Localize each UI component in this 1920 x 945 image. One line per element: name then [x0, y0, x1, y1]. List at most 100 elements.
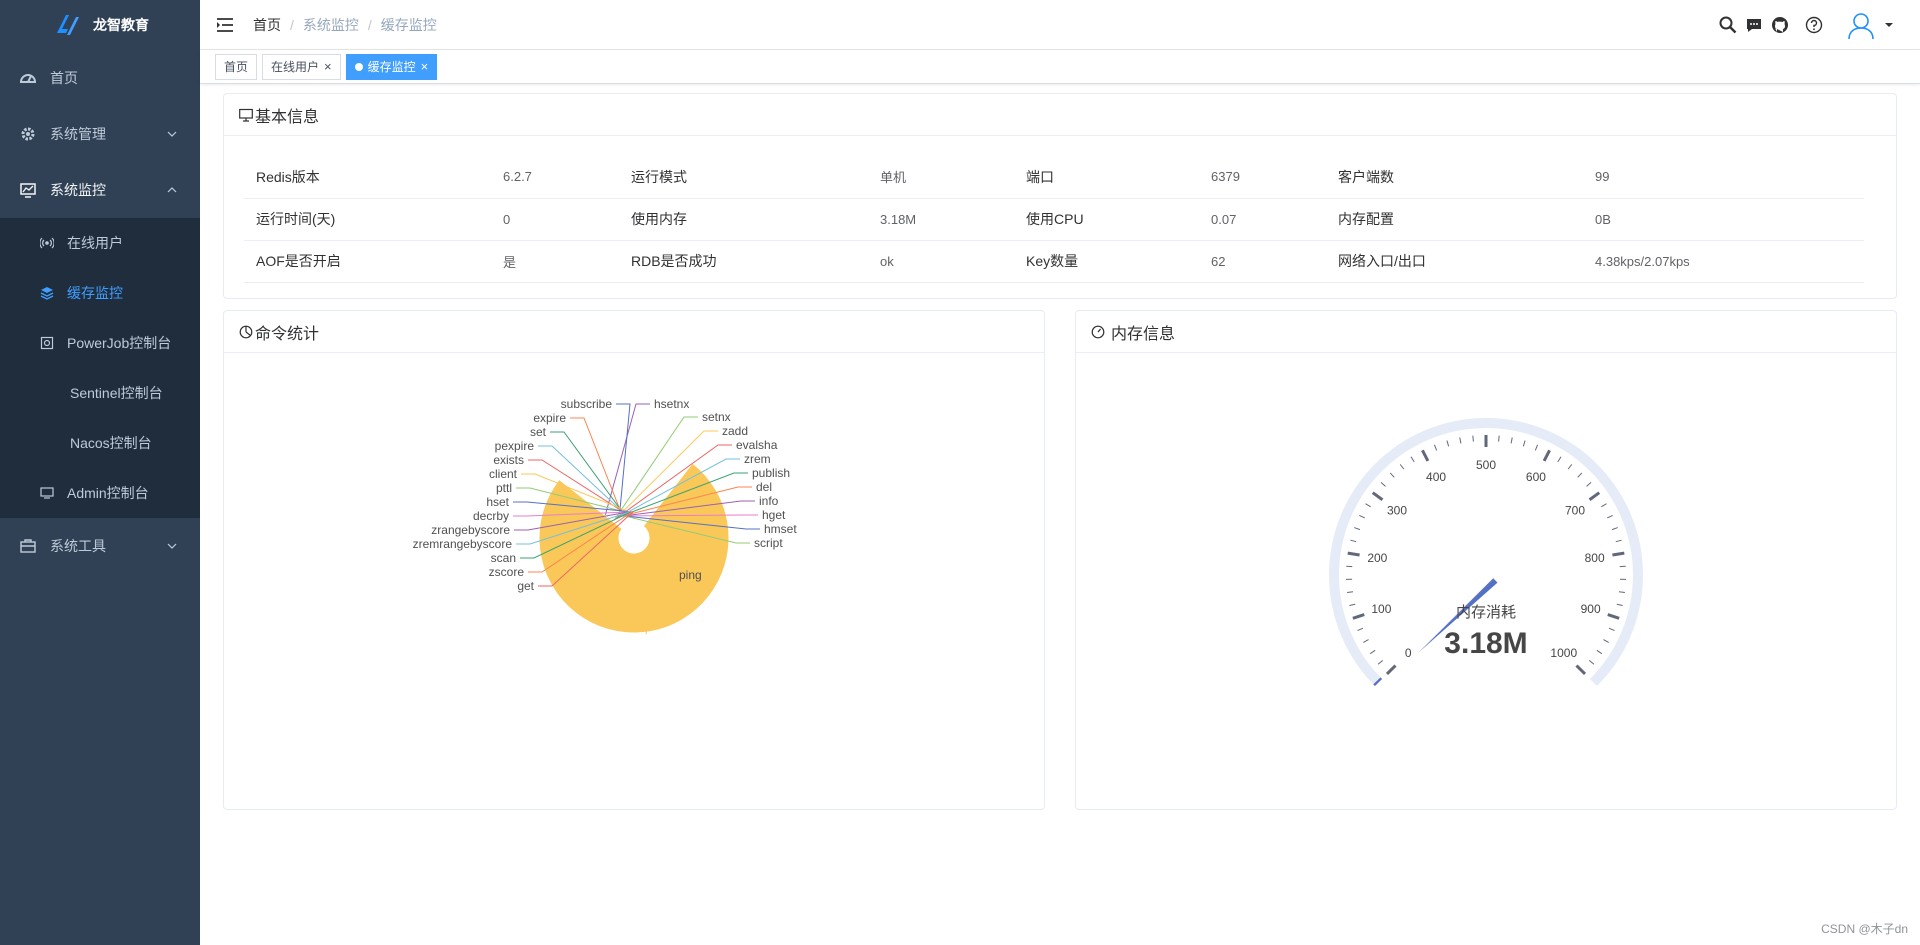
sidebar: 龙智教育 首页 系统管理 系统监控 在线用户 缓存监控 PowerJob控制台 …: [0, 0, 200, 945]
sidebar-item-system-monitor[interactable]: 系统监控: [0, 162, 200, 218]
cell-label: Redis版本: [244, 156, 491, 199]
navbar-actions: [1718, 0, 1920, 50]
pie-label-line: [616, 403, 631, 512]
sidebar-item-home[interactable]: 首页: [0, 50, 200, 106]
job-icon: [40, 336, 54, 350]
pie-label-pexpire: pexpire: [495, 439, 535, 453]
chevron-down-icon: [167, 543, 177, 549]
cell-label: 运行时间(天): [244, 198, 491, 241]
pie-label-zrem: zrem: [744, 452, 771, 466]
sidebar-item-powerjob[interactable]: PowerJob控制台: [0, 318, 200, 368]
sidebar-item-system-manage[interactable]: 系统管理: [0, 106, 200, 162]
cell-label: 内存配置: [1326, 198, 1583, 241]
cell-label: 端口: [1014, 156, 1199, 199]
pie-chart-icon: [239, 325, 253, 339]
sidebar-item-nacos[interactable]: Nacos控制台: [0, 418, 200, 468]
basic-info-card: 基本信息 Redis版本 6.2.7 运行模式 单机 端口 6379 客户端数 …: [223, 93, 1897, 299]
sidebar-item-label: Nacos控制台: [70, 435, 152, 451]
gauge-minor-tick: [1596, 649, 1603, 655]
tag-label: 缓存监控: [367, 59, 416, 74]
gauge-minor-tick: [1359, 514, 1365, 519]
gauge-minor-tick: [1357, 627, 1364, 632]
caret-down-icon[interactable]: [1884, 20, 1894, 30]
gauge-minor-tick: [1615, 539, 1622, 543]
tag-label: 在线用户: [271, 59, 320, 74]
tag-online-users[interactable]: 在线用户 ×: [262, 53, 341, 80]
breadcrumb-home[interactable]: 首页: [253, 15, 281, 35]
gauge-minor-tick: [1363, 639, 1369, 643]
gauge-minor-tick: [1377, 660, 1384, 665]
screen-icon: [40, 486, 54, 500]
hamburger-icon[interactable]: [215, 15, 235, 35]
cell-value: 单机: [868, 156, 1014, 199]
cell-label: 运行模式: [619, 156, 868, 199]
gauge-major-tick: [1371, 491, 1384, 501]
chevron-down-icon: [167, 131, 177, 137]
gauge-major-tick: [1352, 613, 1365, 620]
gauge-minor-tick: [1389, 472, 1395, 478]
pie-label-info: info: [759, 494, 779, 508]
gauge-minor-tick: [1608, 627, 1615, 632]
gauge-minor-tick: [1354, 527, 1361, 531]
gauge-tick-label: 500: [1476, 458, 1496, 472]
close-icon[interactable]: ×: [421, 55, 429, 79]
card-title: 基本信息: [255, 108, 320, 126]
cell-value: 4.38kps/2.07kps: [1583, 240, 1864, 283]
cell-label: 使用内存: [619, 198, 868, 241]
cell-value: 3.18M: [868, 198, 1014, 241]
tag-label: 首页: [224, 59, 249, 74]
gauge-major-tick: [1385, 664, 1397, 676]
pie-slice-ping[interactable]: [538, 462, 730, 634]
table-row: 运行时间(天) 0 使用内存 3.18M 使用CPU 0.07 内存配置 0B: [244, 198, 1864, 241]
message-icon[interactable]: [1744, 15, 1764, 35]
github-icon[interactable]: [1770, 15, 1790, 35]
gauge-minor-tick: [1350, 539, 1357, 543]
gauge-minor-tick: [1588, 660, 1595, 665]
gauge-minor-tick: [1522, 440, 1526, 447]
sidebar-item-cache-monitor[interactable]: 缓存监控: [0, 268, 200, 318]
gauge-minor-tick: [1347, 591, 1354, 594]
submenu-monitor: 在线用户 缓存监控 PowerJob控制台 Sentinel控制台 Nacos控…: [0, 218, 200, 518]
pie-label-decrby: decrby: [473, 509, 509, 523]
pie-label-subscribe: subscribe: [561, 397, 613, 411]
cell-value: 6.2.7: [491, 156, 619, 199]
search-icon[interactable]: [1718, 15, 1738, 35]
breadcrumb-separator: /: [290, 16, 294, 33]
cell-value: 0.07: [1199, 198, 1326, 241]
gauge-minor-tick: [1618, 591, 1625, 594]
pie-label-scan: scan: [491, 551, 516, 565]
gauge-major-tick: [1612, 551, 1625, 557]
gauge-tick-label: 300: [1387, 503, 1407, 517]
sidebar-item-sentinel[interactable]: Sentinel控制台: [0, 368, 200, 418]
gauge-minor-tick: [1365, 503, 1371, 508]
gauge-minor-tick: [1472, 435, 1474, 442]
sidebar-item-system-tools[interactable]: 系统工具: [0, 518, 200, 574]
gauge-minor-tick: [1577, 472, 1583, 478]
avatar[interactable]: [1844, 8, 1878, 42]
help-icon[interactable]: [1804, 15, 1824, 35]
card-title: 命令统计: [255, 325, 320, 343]
pie-label-line: [619, 514, 758, 517]
sidebar-item-admin[interactable]: Admin控制台: [0, 468, 200, 518]
tag-cache-monitor[interactable]: 缓存监控 ×: [345, 53, 438, 80]
cell-label: AOF是否开启: [244, 240, 491, 283]
sidebar-item-label: PowerJob控制台: [67, 335, 172, 351]
cell-value: 62: [1199, 240, 1326, 283]
tag-home[interactable]: 首页: [215, 53, 258, 80]
sidebar-item-online-users[interactable]: 在线用户: [0, 218, 200, 268]
active-dot: [354, 62, 363, 71]
breadcrumb: 首页 / 系统监控 / 缓存监控: [253, 15, 437, 35]
table-row: Redis版本 6.2.7 运行模式 单机 端口 6379 客户端数 99: [244, 156, 1864, 199]
gauge-minor-tick: [1498, 435, 1500, 442]
gauge-major-tick: [1575, 664, 1587, 676]
logo[interactable]: 龙智教育: [0, 0, 200, 50]
gauge-minor-tick: [1369, 649, 1376, 655]
pie-label-expire: expire: [533, 411, 566, 425]
gauge-minor-tick: [1433, 444, 1438, 451]
gauge-minor-tick: [1410, 456, 1415, 463]
gauge-major-tick: [1347, 551, 1360, 557]
close-icon[interactable]: ×: [324, 55, 332, 79]
pie-label-zscore: zscore: [489, 565, 525, 579]
monitor-icon: [239, 108, 253, 122]
cell-value: 是: [491, 240, 619, 283]
